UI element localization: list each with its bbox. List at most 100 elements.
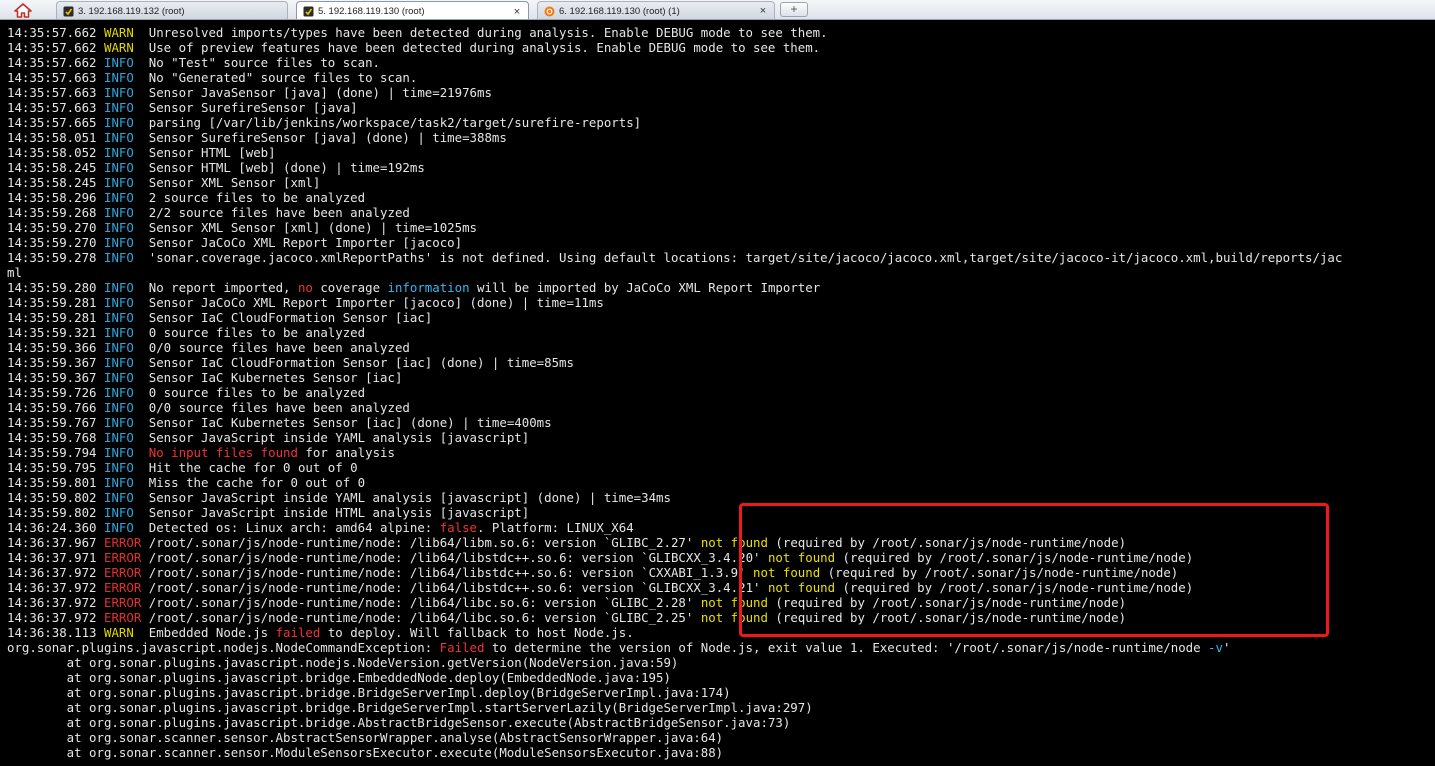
log-level: INFO	[104, 445, 134, 460]
log-timestamp: 14:35:59.270	[7, 220, 97, 235]
log-level: ERROR	[104, 610, 142, 625]
log-level: INFO	[104, 475, 134, 490]
log-message: parsing [/var/lib/jenkins/workspace/task…	[148, 115, 642, 130]
log-line: org.sonar.plugins.javascript.nodejs.Node…	[7, 640, 1230, 655]
log-level: INFO	[104, 295, 134, 310]
log-line: 14:35:58.296 INFO 2 source files to be a…	[7, 190, 365, 205]
log-line: at org.sonar.scanner.sensor.ModuleSensor…	[7, 745, 723, 760]
log-line: 14:35:59.794 INFO No input files found f…	[7, 445, 395, 460]
log-message: Sensor JavaScript inside YAML analysis […	[148, 430, 530, 445]
log-timestamp: 14:35:59.280	[7, 280, 97, 295]
tab-label: 6. 192.168.119.130 (root) (1)	[559, 5, 680, 17]
log-line: 14:35:59.766 INFO 0/0 source files have …	[7, 400, 410, 415]
tab-label: 3. 192.168.119.132 (root)	[78, 5, 185, 17]
log-message: at org.sonar.scanner.sensor.ModuleSensor…	[7, 745, 724, 760]
log-level: INFO	[104, 505, 134, 520]
log-line: 14:35:59.768 INFO Sensor JavaScript insi…	[7, 430, 529, 445]
log-message: /root/.sonar/js/node-runtime/node: /lib6…	[148, 565, 754, 580]
log-line: 14:36:37.967 ERROR /root/.sonar/js/node-…	[7, 535, 1126, 550]
log-message: no	[297, 280, 313, 295]
new-tab-button[interactable]: +	[780, 2, 808, 17]
log-timestamp: 14:36:37.971	[7, 550, 97, 565]
log-message: /root/.sonar/js/node-runtime/node: /lib6…	[148, 595, 701, 610]
terminal-icon	[303, 6, 314, 17]
log-message: Detected os: Linux arch: amd64 alpine:	[148, 520, 440, 535]
tab-bar: 3. 192.168.119.132 (root) 5. 192.168.119…	[0, 0, 1435, 20]
log-message: (required by /root/.sonar/js/node-runtim…	[767, 535, 1127, 550]
log-message: No report imported,	[148, 280, 298, 295]
log-line: 14:35:59.767 INFO Sensor IaC Kubernetes …	[7, 415, 552, 430]
log-line: 14:35:59.367 INFO Sensor IaC Kubernetes …	[7, 370, 402, 385]
tab-close-button[interactable]: ×	[758, 5, 768, 17]
log-timestamp: 14:35:59.281	[7, 295, 97, 310]
log-timestamp: 14:36:37.972	[7, 565, 97, 580]
log-message: not found	[700, 595, 768, 610]
log-message: false	[439, 520, 478, 535]
log-timestamp: 14:35:59.795	[7, 460, 97, 475]
log-timestamp: 14:35:59.367	[7, 370, 97, 385]
log-level: INFO	[104, 400, 134, 415]
log-timestamp: 14:35:59.794	[7, 445, 97, 460]
tab-session-5[interactable]: 5. 192.168.119.130 (root) ×	[296, 1, 529, 19]
log-message: Sensor SurefireSensor [java]	[148, 100, 358, 115]
home-icon	[14, 2, 32, 18]
log-level: INFO	[104, 205, 134, 220]
log-message: Sensor HTML [web]	[148, 145, 276, 160]
log-message: to deploy. Will fallback to host Node.js…	[320, 625, 634, 640]
log-message: Sensor JavaSensor [java] (done) | time=2…	[148, 85, 492, 100]
log-message: will be imported by JaCoCo XML Report Im…	[469, 280, 821, 295]
log-level: INFO	[104, 55, 134, 70]
tab-label: 5. 192.168.119.130 (root)	[318, 6, 425, 17]
log-message: Sensor XML Sensor [xml]	[148, 175, 321, 190]
log-timestamp: 14:35:59.802	[7, 490, 97, 505]
log-message: Failed	[439, 640, 485, 655]
log-line: 14:35:59.281 INFO Sensor JaCoCo XML Repo…	[7, 295, 604, 310]
log-message: not found	[767, 580, 836, 595]
log-timestamp: 14:35:59.270	[7, 235, 97, 250]
log-line: 14:35:58.052 INFO Sensor HTML [web]	[7, 145, 276, 160]
log-message: information	[387, 280, 470, 295]
log-level: INFO	[104, 190, 134, 205]
log-message: at org.sonar.plugins.javascript.bridge.B…	[7, 685, 731, 700]
log-line: 14:35:59.270 INFO Sensor XML Sensor [xml…	[7, 220, 477, 235]
log-level: INFO	[104, 415, 134, 430]
log-timestamp: 14:36:37.967	[7, 535, 97, 550]
log-timestamp: 14:35:59.366	[7, 340, 97, 355]
log-message: not found	[753, 565, 821, 580]
log-line: 14:36:38.113 WARN Embedded Node.js faile…	[7, 625, 634, 640]
log-line: 14:36:24.360 INFO Detected os: Linux arc…	[7, 520, 634, 535]
log-timestamp: 14:36:37.972	[7, 580, 97, 595]
log-line: 14:36:37.971 ERROR /root/.sonar/js/node-…	[7, 550, 1193, 565]
log-level: INFO	[104, 340, 134, 355]
home-button[interactable]	[0, 0, 46, 19]
log-message: Embedded Node.js	[148, 625, 276, 640]
tab-close-button[interactable]: ×	[512, 6, 522, 18]
tab-session-6[interactable]: 6. 192.168.119.130 (root) (1) ×	[537, 1, 775, 19]
log-timestamp: 14:35:59.767	[7, 415, 97, 430]
log-message: /root/.sonar/js/node-runtime/node: /lib6…	[148, 580, 768, 595]
log-line: 14:35:57.665 INFO parsing [/var/lib/jenk…	[7, 115, 641, 130]
log-timestamp: 14:36:38.113	[7, 625, 97, 640]
log-message: /root/.sonar/js/node-runtime/node: /lib6…	[148, 610, 701, 625]
log-level: INFO	[104, 520, 134, 535]
log-timestamp: 14:35:59.802	[7, 505, 97, 520]
log-message: at org.sonar.scanner.sensor.AbstractSens…	[7, 730, 724, 745]
log-line: 14:35:59.268 INFO 2/2 source files have …	[7, 205, 410, 220]
log-message: Miss the cache for 0 out of 0	[148, 475, 366, 490]
log-timestamp: 14:35:57.662	[7, 25, 97, 40]
log-line: 14:35:59.278 INFO 'sonar.coverage.jacoco…	[7, 250, 1342, 265]
log-level: ERROR	[104, 535, 142, 550]
log-line: 14:35:59.367 INFO Sensor IaC CloudFormat…	[7, 355, 574, 370]
log-message: Unresolved imports/types have been detec…	[148, 25, 828, 40]
log-message: -v	[1208, 640, 1223, 655]
log-line: 14:35:59.795 INFO Hit the cache for 0 ou…	[7, 460, 358, 475]
log-timestamp: 14:35:59.726	[7, 385, 97, 400]
log-message: at org.sonar.plugins.javascript.bridge.B…	[7, 700, 813, 715]
log-timestamp: 14:35:57.665	[7, 115, 97, 130]
tab-session-3[interactable]: 3. 192.168.119.132 (root)	[56, 1, 288, 19]
log-level: INFO	[104, 250, 134, 265]
terminal-output[interactable]: 14:35:57.662 WARN Unresolved imports/typ…	[3, 25, 1435, 766]
log-message: 'sonar.coverage.jacoco.xmlReportPaths' i…	[148, 250, 1343, 265]
log-level: INFO	[104, 175, 134, 190]
log-level: INFO	[104, 490, 134, 505]
